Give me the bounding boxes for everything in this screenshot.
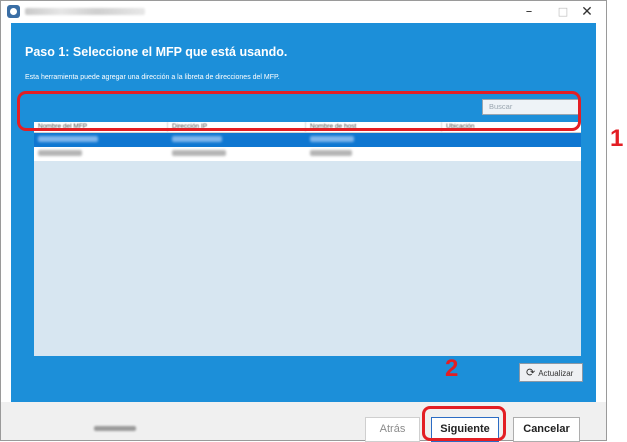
callout-number-2: 2: [445, 355, 459, 382]
table-row-selected[interactable]: [34, 133, 581, 147]
footer-text-blurred: [94, 426, 136, 431]
refresh-icon: ⟳: [526, 366, 536, 379]
wizard-window: – □ ✕ Paso 1: Seleccione el MFP que está…: [0, 0, 607, 442]
mfp-list[interactable]: Nombre del MFP Dirección IP Nombre de ho…: [34, 122, 581, 356]
app-icon: [7, 5, 20, 18]
title-bar: – □ ✕: [1, 1, 606, 23]
table-row[interactable]: [34, 147, 581, 161]
close-button[interactable]: ✕: [567, 1, 607, 23]
window-title-blurred: [25, 8, 145, 15]
callout-number-1: 1: [610, 125, 624, 152]
step-description: Esta herramienta puede agregar una direc…: [25, 74, 280, 81]
cancel-button[interactable]: Cancelar: [513, 417, 580, 442]
table-cell: [38, 150, 82, 156]
refresh-button[interactable]: ⟳ Actualizar: [519, 363, 583, 382]
step-heading: Paso 1: Seleccione el MFP que está usand…: [25, 45, 288, 59]
table-cell: [172, 136, 222, 142]
wizard-footer: Atrás Siguiente Cancelar: [1, 402, 606, 442]
table-cell: [310, 150, 352, 156]
table-cell: [310, 136, 354, 142]
table-cell: [38, 136, 98, 142]
main-content-panel: Paso 1: Seleccione el MFP que está usand…: [11, 23, 596, 402]
back-button[interactable]: Atrás: [365, 417, 420, 442]
refresh-label: Actualizar: [538, 369, 574, 378]
callout-highlight-next: [422, 406, 506, 441]
table-cell: [172, 150, 226, 156]
callout-highlight-list: [17, 91, 581, 131]
